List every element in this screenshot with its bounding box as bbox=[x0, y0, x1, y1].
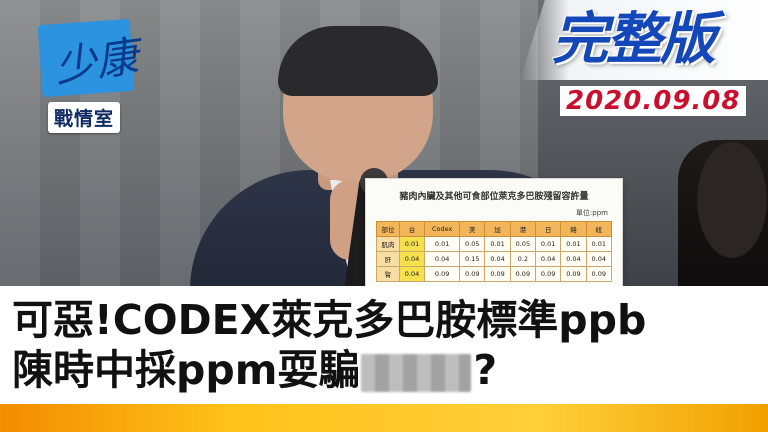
table-row: 腎 0.04 0.09 0.09 0.09 0.09 0.09 0.09 0.0… bbox=[376, 266, 613, 282]
table-cell: 0.01 bbox=[560, 236, 587, 252]
table-row: 肌肉 0.01 0.01 0.05 0.01 0.05 0.01 0.01 0.… bbox=[376, 236, 613, 252]
table-header: 港 bbox=[509, 221, 537, 237]
residue-table-document: 豬肉內臟及其他可食部位萊克多巴胺殘留容許量 單位:ppm 部位 台 Codex … bbox=[365, 178, 623, 290]
table-cell: 0.01 bbox=[398, 236, 426, 252]
full-version-banner: 完整版 2020.09.08 bbox=[520, 0, 768, 128]
table-cell: 肌肉 bbox=[376, 236, 400, 252]
program-label: 戰情室 bbox=[48, 102, 121, 133]
document-title: 豬肉內臟及其他可食部位萊克多巴胺殘留容許量 bbox=[399, 192, 589, 202]
table-header: 韓 bbox=[560, 221, 587, 237]
table-cell: 0.09 bbox=[585, 266, 613, 282]
table-cell: 0.09 bbox=[560, 266, 587, 282]
table-cell: 0.04 bbox=[560, 251, 587, 267]
table-cell: 0.04 bbox=[534, 251, 562, 267]
table-cell: 0.09 bbox=[459, 266, 486, 282]
headline-line-1: 可惡!CODEX萊克多巴胺標準ppb bbox=[12, 296, 647, 344]
table-cell: 0.01 bbox=[424, 236, 461, 252]
table-header: 部位 bbox=[376, 221, 400, 237]
table-cell: 0.09 bbox=[424, 266, 461, 282]
residue-table: 部位 台 Codex 美 加 港 日 韓 紐 肌肉 0.01 0.01 0.05 bbox=[376, 221, 613, 282]
table-cell: 0.04 bbox=[398, 266, 426, 282]
headline-line-2-text: 陳時中採ppm耍騙 bbox=[12, 346, 360, 394]
table-cell: 0.01 bbox=[484, 236, 511, 252]
bystander-figure bbox=[678, 140, 768, 290]
table-header: 紐 bbox=[585, 221, 613, 237]
table-row: 肝 0.04 0.04 0.15 0.04 0.2 0.04 0.04 0.04 bbox=[376, 251, 613, 267]
table-cell: 0.05 bbox=[459, 236, 486, 252]
table-cell: 0.01 bbox=[534, 236, 562, 252]
table-cell: 0.04 bbox=[585, 251, 613, 267]
table-cell: 0.05 bbox=[509, 236, 537, 252]
headline-line-2: 陳時中採ppm耍騙? bbox=[12, 346, 497, 394]
table-cell: 0.04 bbox=[424, 251, 461, 267]
logo-script-text: 少康 bbox=[51, 31, 142, 92]
banner-date: 2020.09.08 bbox=[560, 86, 747, 116]
table-cell: 0.09 bbox=[509, 266, 537, 282]
table-cell: 腎 bbox=[376, 266, 400, 282]
document-unit: 單位:ppm bbox=[575, 209, 608, 217]
channel-logo: 少康 戰情室 bbox=[37, 18, 152, 142]
table-header: 台 bbox=[398, 221, 426, 237]
table-cell: 0.15 bbox=[459, 251, 486, 267]
table-cell: 0.01 bbox=[585, 236, 613, 252]
table-cell: 肝 bbox=[376, 251, 400, 267]
table-cell: 0.09 bbox=[484, 266, 511, 282]
censored-blur bbox=[361, 354, 472, 392]
table-cell: 0.04 bbox=[484, 251, 511, 267]
table-header: 美 bbox=[459, 221, 486, 237]
bottom-ticker-bar bbox=[0, 404, 768, 432]
table-header-row: 部位 台 Codex 美 加 港 日 韓 紐 bbox=[376, 221, 613, 237]
table-header: 加 bbox=[484, 221, 511, 237]
table-cell: 0.2 bbox=[509, 251, 537, 267]
table-cell: 0.04 bbox=[398, 251, 426, 267]
table-cell: 0.09 bbox=[534, 266, 562, 282]
table-header: Codex bbox=[424, 221, 461, 237]
presenter-hair bbox=[278, 26, 438, 96]
banner-title: 完整版 bbox=[552, 7, 716, 72]
table-header: 日 bbox=[534, 221, 562, 237]
headline-question-mark: ? bbox=[473, 346, 498, 394]
video-frame: 豬肉內臟及其他可食部位萊克多巴胺殘留容許量 單位:ppm 部位 台 Codex … bbox=[0, 0, 768, 432]
